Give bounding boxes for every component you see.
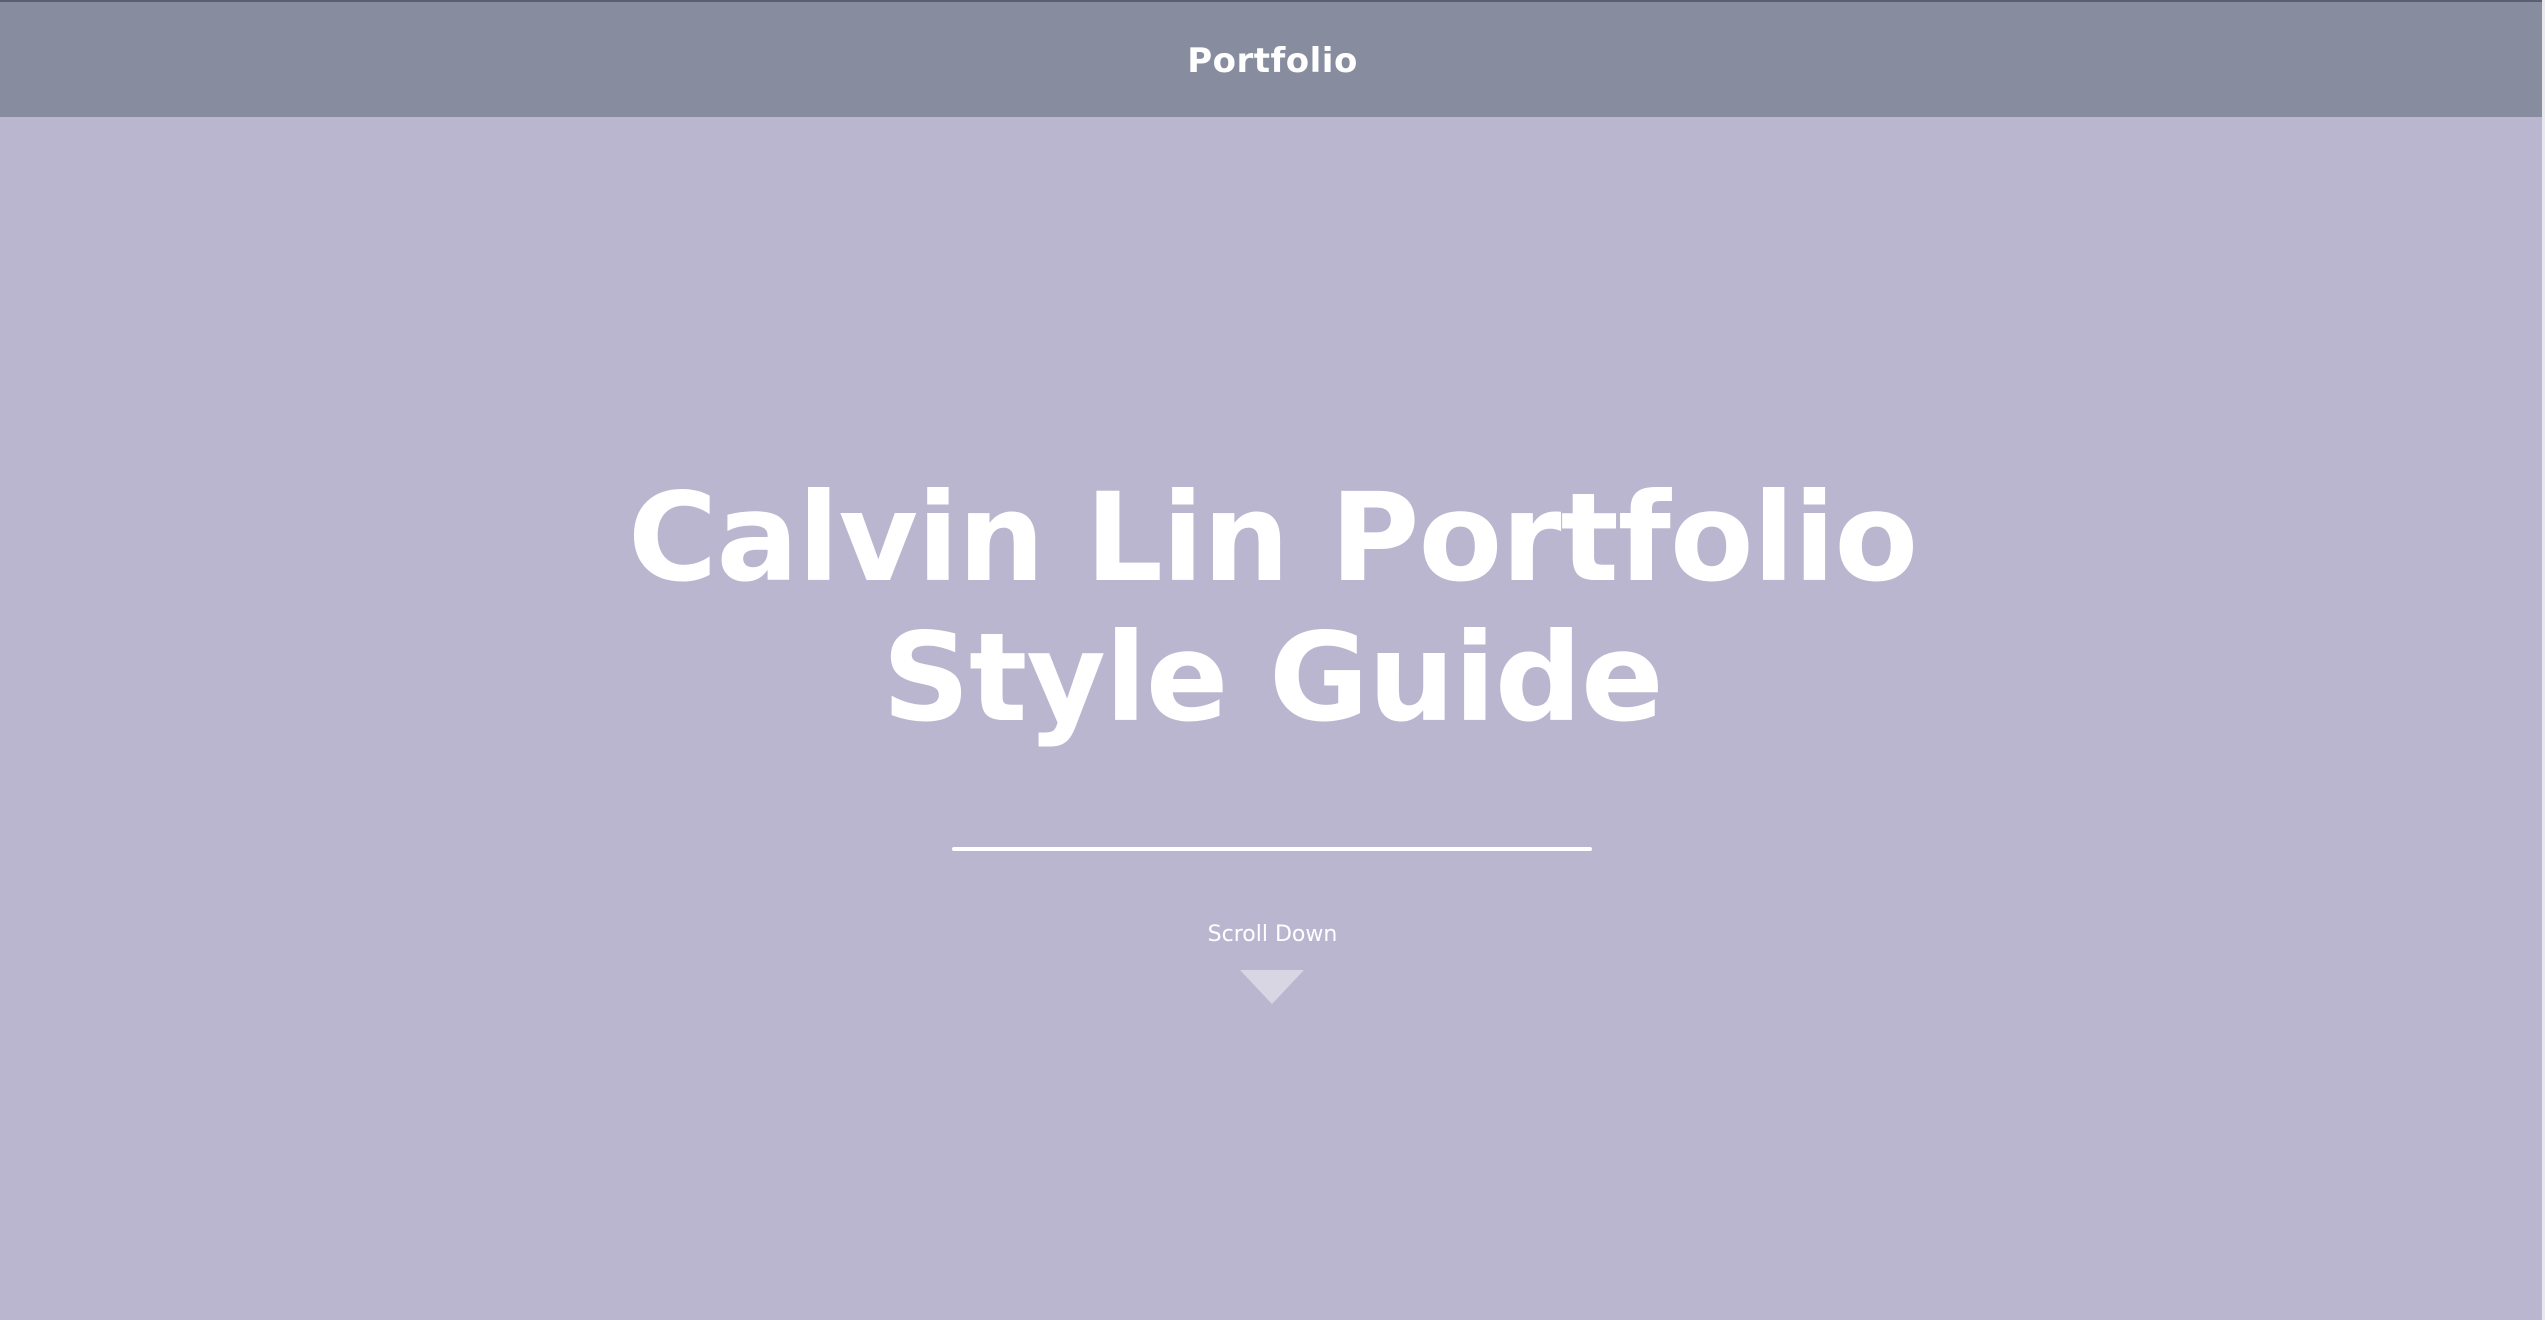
- hero-title: Calvin Lin Portfolio Style Guide: [0, 468, 2545, 748]
- hero-title-line-2: Style Guide: [882, 607, 1664, 749]
- page: Portfolio Calvin Lin Portfolio Style Gui…: [0, 0, 2545, 1320]
- triangle-down-icon[interactable]: [1240, 970, 1304, 1004]
- header-title[interactable]: Portfolio: [1187, 41, 1358, 81]
- header-bar: Portfolio: [0, 2, 2545, 117]
- hero-title-line-1: Calvin Lin Portfolio: [627, 467, 1918, 609]
- scroll-down-label[interactable]: Scroll Down: [0, 922, 2545, 947]
- hero-divider: [952, 847, 1592, 851]
